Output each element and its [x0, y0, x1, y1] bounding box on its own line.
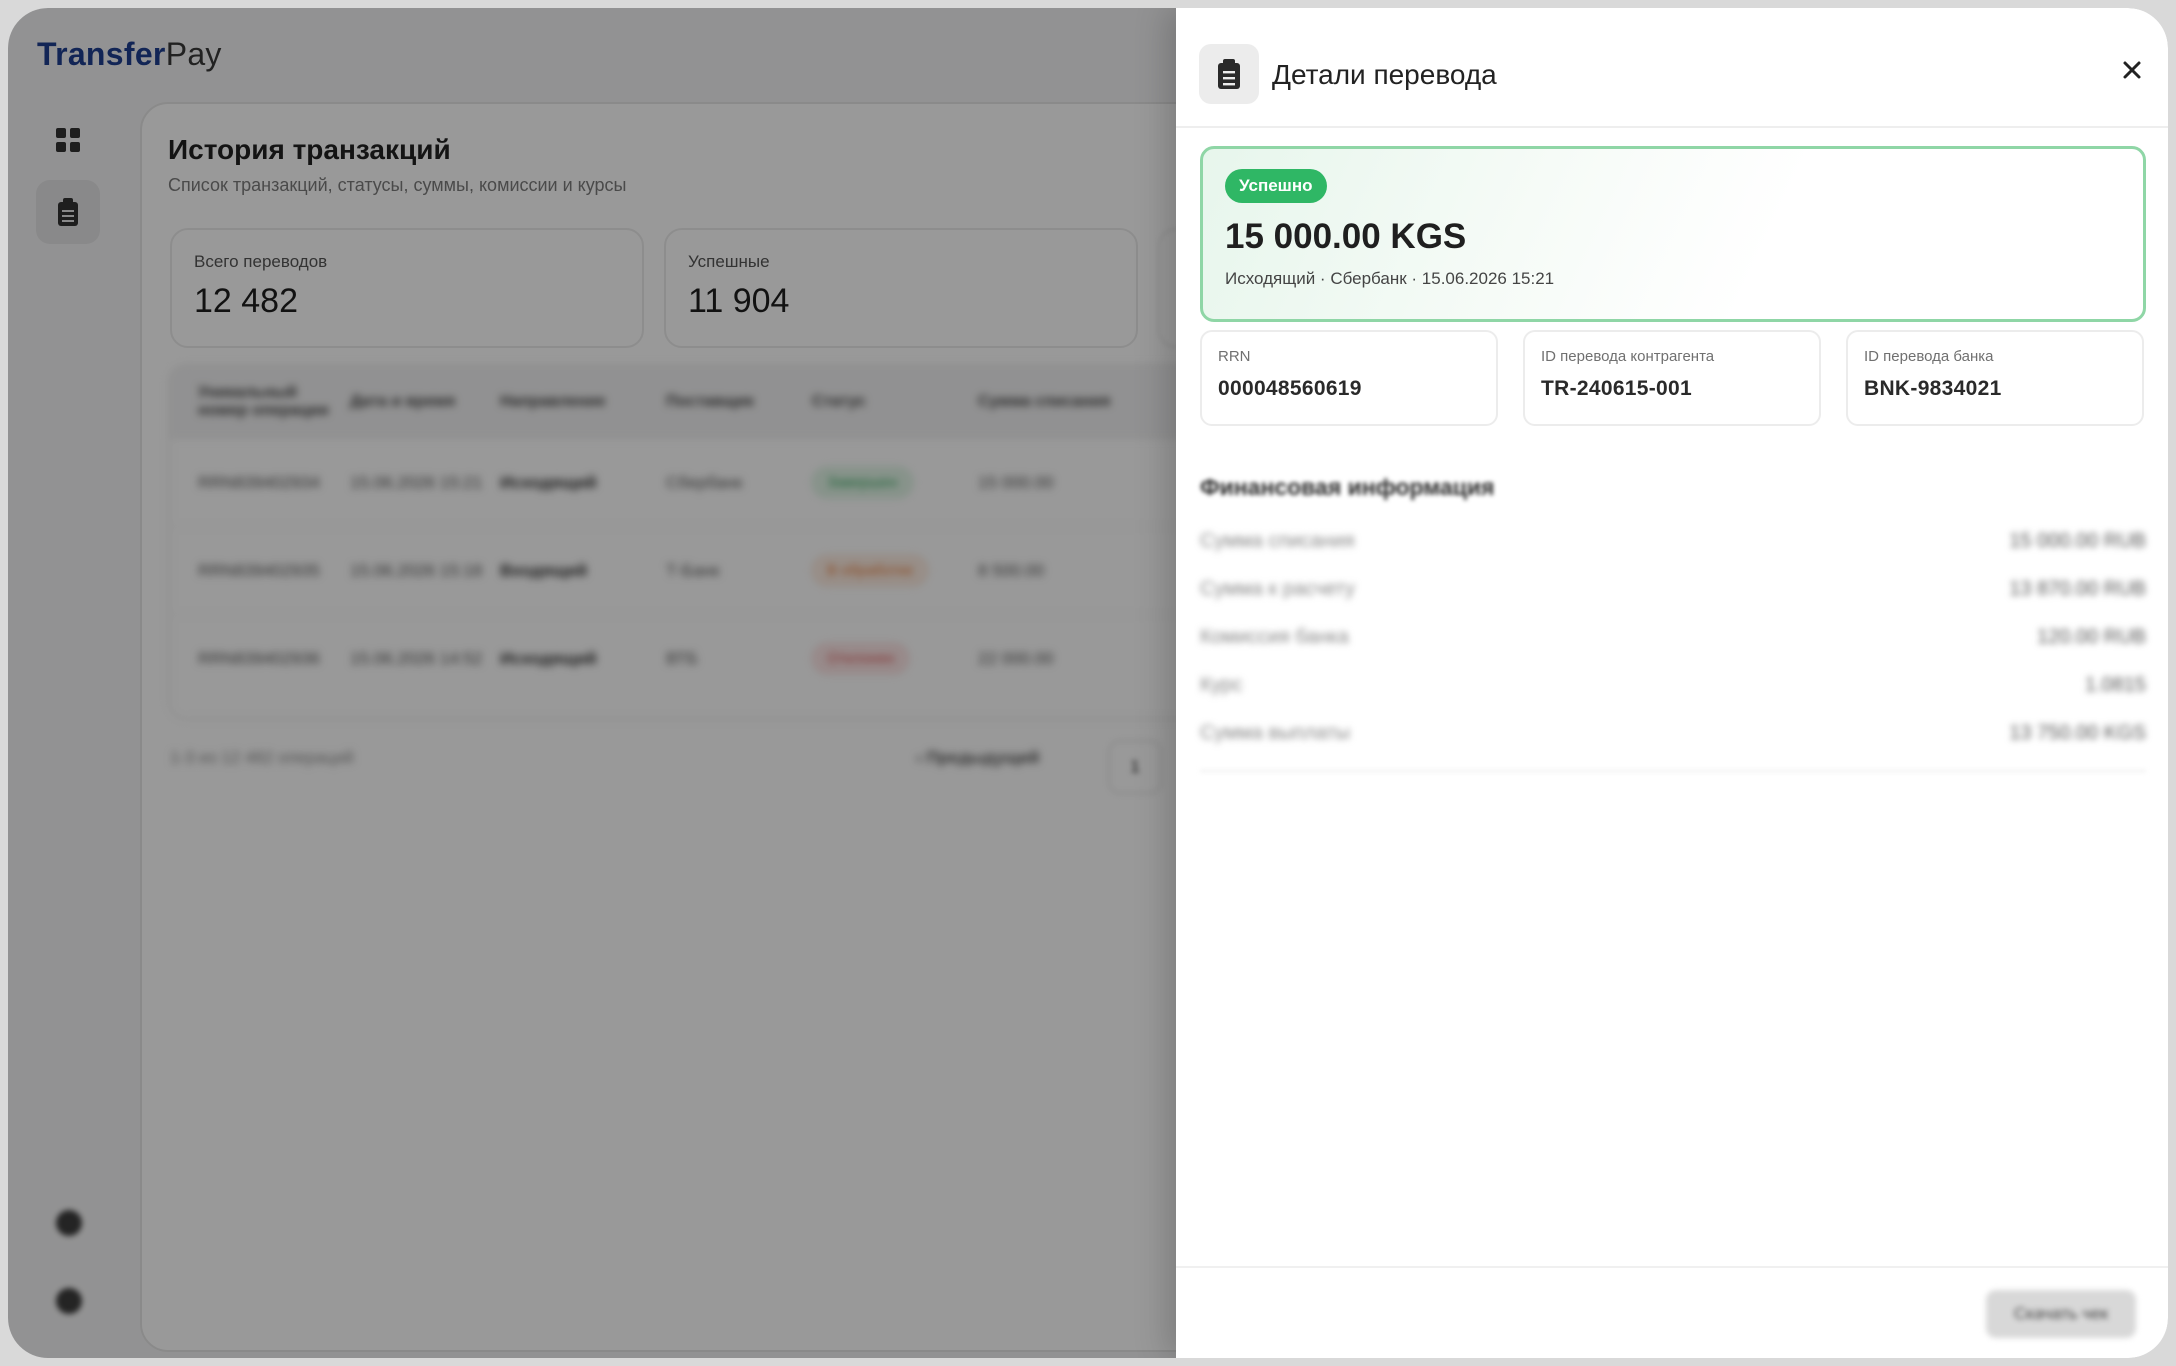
- status-badge: Успешно: [1225, 169, 1327, 203]
- finance-row: Сумма выплаты 13 750.00 KGS: [1200, 722, 2146, 752]
- drawer-footer: Скачать чек: [1176, 1266, 2168, 1358]
- app-window: TransferPay История транзакций Список тр…: [8, 8, 2168, 1358]
- clipboard-icon: [1218, 59, 1240, 89]
- id-card-rrn: RRN 000048560619: [1200, 330, 1498, 426]
- id-label: ID перевода банка: [1864, 348, 1994, 365]
- finance-value: 1.0815: [2084, 674, 2146, 696]
- finance-value: 13 870.00 RUB: [2009, 578, 2146, 600]
- close-icon: [2123, 61, 2141, 79]
- finance-label: Сумма выплаты: [1200, 722, 1351, 744]
- finance-label: Курс: [1200, 674, 1243, 696]
- finance-value: 120.00 RUB: [2037, 626, 2146, 648]
- id-value[interactable]: 000048560619: [1218, 377, 1480, 401]
- finance-label: Сумма списания: [1200, 530, 1355, 552]
- drawer-icon: [1199, 44, 1259, 104]
- id-card-counterparty: ID перевода контрагента TR-240615-001: [1523, 330, 1821, 426]
- finance-row: Сумма к расчету 13 870.00 RUB: [1200, 578, 2146, 608]
- transfer-details-drawer: Детали перевода Успешно 15 000.00 KGS Ис…: [1176, 8, 2168, 1358]
- finance-row: Сумма списания 15 000.00 RUB: [1200, 530, 2146, 560]
- id-card-bank: ID перевода банка BNK-9834021: [1846, 330, 2144, 426]
- id-label: ID перевода контрагента: [1541, 348, 1715, 365]
- finance-label: Сумма к расчету: [1200, 578, 1355, 600]
- finance-value: 13 750.00 KGS: [2009, 722, 2146, 744]
- transfer-summary-card: Успешно 15 000.00 KGS Исходящий · Сберба…: [1200, 146, 2146, 322]
- drawer-header: Детали перевода: [1176, 8, 2168, 128]
- transfer-meta: Исходящий · Сбербанк · 15.06.2026 15:21: [1225, 269, 1555, 288]
- transfer-amount: 15 000.00 KGS: [1225, 217, 1467, 256]
- finance-label: Комиссия банка: [1200, 626, 1349, 648]
- id-value[interactable]: TR-240615-001: [1541, 377, 1803, 401]
- finance-section-title: Финансовая информация: [1200, 474, 1495, 500]
- finance-row: Комиссия банка 120.00 RUB: [1200, 626, 2146, 656]
- download-receipt-button[interactable]: Скачать чек: [1986, 1290, 2136, 1338]
- close-button[interactable]: [2114, 52, 2150, 88]
- drawer-title: Детали перевода: [1272, 59, 1497, 90]
- id-label: RRN: [1218, 348, 1251, 365]
- finance-value: 15 000.00 RUB: [2009, 530, 2146, 552]
- divider: [1200, 770, 2146, 772]
- id-value[interactable]: BNK-9834021: [1864, 377, 2126, 401]
- finance-row: Курс 1.0815: [1200, 674, 2146, 704]
